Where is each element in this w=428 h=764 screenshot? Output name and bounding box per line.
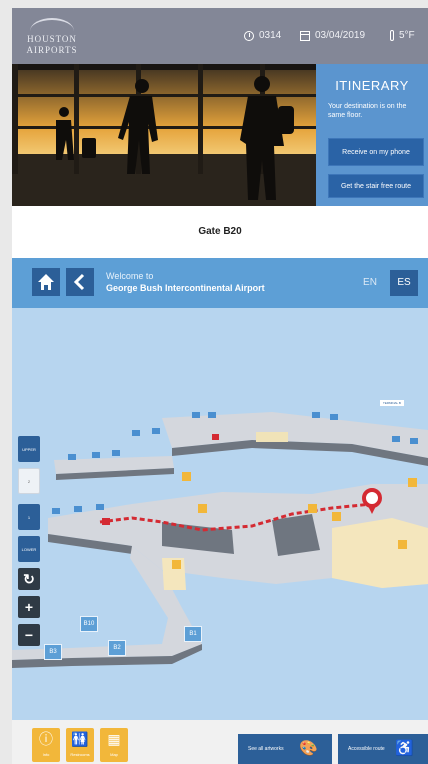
floor-1-button[interactable]: 1 <box>18 504 40 530</box>
zoom-in-button[interactable]: + <box>18 596 40 618</box>
restrooms-button[interactable]: 🚻 Restrooms <box>66 728 94 762</box>
logo-text-line1: HOUSTON <box>27 34 77 44</box>
info-button[interactable]: ⓘ Info <box>32 728 60 762</box>
stair-free-route-button[interactable]: Get the stair free route <box>328 174 424 198</box>
itinerary-title: ITINERARY <box>335 78 409 93</box>
welcome-line1: Welcome to <box>106 271 154 281</box>
language-en-button[interactable]: EN <box>356 270 384 296</box>
language-es-button[interactable]: ES <box>390 270 418 296</box>
info-label: Info <box>42 752 50 757</box>
date-text: 03/04/2019 <box>315 30 366 41</box>
time-text: 0314 <box>259 30 282 41</box>
bottom-bar: ⓘ Info 🚻 Restrooms ▦ Map See all artwork… <box>12 720 428 764</box>
temperature-text: 5°F <box>399 30 415 41</box>
see-all-artworks-button[interactable]: See all artworks 🎨 <box>238 734 332 764</box>
zoom-out-button[interactable]: − <box>18 624 40 646</box>
kiosk-screen: HOUSTON AIRPORTS 0314 03/04/2019 5°F ITI… <box>12 8 428 764</box>
accessible-route-button[interactable]: Accessible route ♿ <box>338 734 428 764</box>
welcome-text: Welcome to George Bush Intercontinental … <box>106 270 265 294</box>
info-icon: ⓘ <box>39 731 53 747</box>
hero-photo <box>12 64 316 206</box>
terminal-tag: TERMINAL B <box>380 400 404 406</box>
destination-banner: Gate B20 <box>12 206 428 258</box>
chevron-left-icon <box>73 273 85 291</box>
itinerary-panel: ITINERARY Your destination is on the sam… <box>316 64 428 206</box>
logo-text-line2: AIRPORTS <box>26 45 78 55</box>
temperature-display: 5°F <box>390 30 415 41</box>
restroom-icon: 🚻 <box>71 731 89 747</box>
airport-map[interactable]: TERMINAL B B10 B2 B1 B3 UPPER 2 1 LOWER … <box>12 308 428 720</box>
plus-icon: + <box>24 599 34 615</box>
houston-airports-logo: HOUSTON AIRPORTS <box>22 16 82 58</box>
thermometer-icon <box>390 30 394 41</box>
home-button[interactable] <box>32 268 60 296</box>
airport-name: George Bush Intercontinental Airport <box>106 283 265 293</box>
date-display: 03/04/2019 <box>300 30 365 41</box>
gate-marker-b3[interactable]: B3 <box>44 644 62 660</box>
floor-lower-button[interactable]: LOWER <box>18 536 40 562</box>
itinerary-message: Your destination is on the same floor. <box>328 103 407 119</box>
accessible-route-label: Accessible route <box>348 746 385 752</box>
map-label: Map <box>110 752 118 757</box>
palette-icon: 🎨 <box>299 740 318 757</box>
receive-on-phone-button[interactable]: Receive on my phone <box>328 138 424 166</box>
destination-gate: Gate B20 <box>198 226 242 237</box>
gate-marker-b2[interactable]: B2 <box>108 640 126 656</box>
map-header: Welcome to George Bush Intercontinental … <box>12 258 428 308</box>
top-bar: HOUSTON AIRPORTS 0314 03/04/2019 5°F <box>12 8 428 64</box>
gate-marker-b10[interactable]: B10 <box>80 616 98 632</box>
gate-marker-b1[interactable]: B1 <box>184 626 202 642</box>
calendar-icon <box>300 30 310 41</box>
terminal-map-drawing <box>12 412 428 668</box>
floor-upper-button[interactable]: UPPER <box>18 436 40 462</box>
clock-icon <box>244 30 254 41</box>
refresh-icon: ↻ <box>23 571 35 587</box>
reset-view-button[interactable]: ↻ <box>18 568 40 590</box>
back-button[interactable] <box>66 268 94 296</box>
map-icon: ▦ <box>107 731 121 747</box>
minus-icon: − <box>24 627 34 643</box>
wheelchair-icon: ♿ <box>395 740 414 757</box>
see-artworks-label: See all artworks <box>248 746 284 752</box>
restrooms-label: Restrooms <box>70 752 90 757</box>
map-button[interactable]: ▦ Map <box>100 728 128 762</box>
floor-2-button[interactable]: 2 <box>18 468 40 494</box>
home-icon <box>38 274 54 290</box>
time-display: 0314 <box>244 30 281 41</box>
